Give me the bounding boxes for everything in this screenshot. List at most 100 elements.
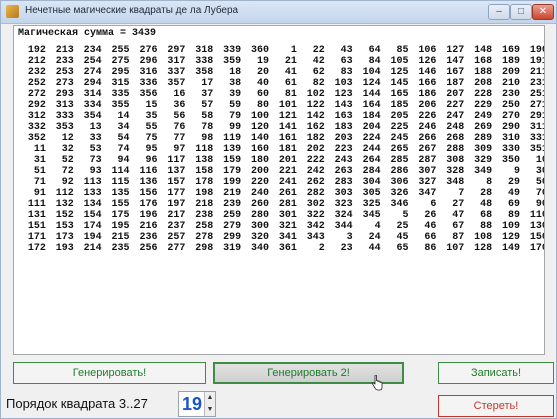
order-value[interactable]: 19 — [182, 392, 202, 416]
grid-cell: 1 — [290, 45, 297, 56]
grid-cell: 163 — [334, 111, 353, 122]
grid-cell: 133 — [83, 188, 102, 199]
grid-cell: 153 — [55, 221, 74, 232]
grid-cell: 354 — [83, 111, 102, 122]
maximize-button[interactable]: □ — [510, 4, 532, 20]
magic-square-grid: 192 213 234 255 276 297 318 339 360 1 22 43 64 85 106 1… — [18, 45, 544, 254]
grid-cell: 49 — [508, 188, 521, 199]
grid-cell: 349 — [474, 166, 493, 177]
grid-cell: 321 — [278, 221, 297, 232]
clear-button[interactable]: Стереть! — [438, 395, 554, 417]
grid-cell: 45 — [396, 232, 409, 243]
grid-cell: 99 — [229, 122, 242, 133]
minimize-button[interactable]: – — [488, 4, 510, 20]
grid-cell: 137 — [167, 166, 186, 177]
grid-cell: 72 — [61, 166, 74, 177]
grid-cell: 96 — [145, 155, 158, 166]
spin-down-arrow-icon[interactable]: ▼ — [204, 404, 215, 416]
generate-button[interactable]: Генерировать! — [13, 362, 206, 384]
title-bar[interactable]: Нечетные магические квадраты де ла Лубер… — [1, 1, 556, 24]
grid-cell: 276 — [139, 45, 158, 56]
grid-cell: 164 — [362, 100, 381, 111]
grid-cell: 89 — [508, 210, 521, 221]
grid-cell: 217 — [167, 210, 186, 221]
grid-cell: 303 — [334, 188, 353, 199]
grid-cell: 136 — [139, 177, 158, 188]
grid-cell: 161 — [278, 133, 297, 144]
grid-row: 31 52 73 94 96 117 138 159 180 201 222 243 264 285 287… — [18, 155, 544, 166]
grid-cell: 250 — [502, 100, 521, 111]
grid-cell: 248 — [446, 122, 465, 133]
grid-cell: 16 — [173, 89, 186, 100]
spin-up-arrow-icon[interactable]: ▲ — [204, 392, 215, 404]
order-spinbox[interactable]: 19 ▲ ▼ — [178, 391, 216, 417]
grid-cell: 293 — [55, 89, 74, 100]
grid-cell: 239 — [223, 199, 242, 210]
grid-cell: 202 — [306, 144, 325, 155]
grid-cell: 255 — [111, 45, 130, 56]
grid-cell: 149 — [502, 243, 521, 254]
grid-cell: 286 — [390, 166, 409, 177]
grid-cell: 261 — [278, 188, 297, 199]
grid-cell: 29 — [508, 177, 521, 188]
grid-cell: 225 — [390, 122, 409, 133]
grid-cell: 195 — [111, 221, 130, 232]
grid-cell: 142 — [306, 111, 325, 122]
grid-cell: 231 — [529, 78, 544, 89]
grid-cell: 333 — [55, 111, 74, 122]
grid-cell: 332 — [27, 122, 46, 133]
grid-cell: 323 — [334, 199, 353, 210]
grid-cell: 242 — [306, 166, 325, 177]
grid-row: 151 153 174 195 216 237 258 279 300 321 342 344 4 25 4… — [18, 221, 544, 232]
grid-cell: 117 — [167, 155, 186, 166]
grid-cell: 126 — [418, 56, 437, 67]
grid-cell: 187 — [446, 78, 465, 89]
grid-cell: 179 — [223, 166, 242, 177]
grid-cell: 334 — [83, 100, 102, 111]
grid-cell: 64 — [368, 45, 381, 56]
grid-cell: 328 — [446, 166, 465, 177]
grid-cell: 46 — [424, 221, 437, 232]
grid-row: 212 233 254 275 296 317 338 359 19 21 42 63 84 105 126… — [18, 56, 544, 67]
grid-cell: 262 — [306, 177, 325, 188]
grid-cell: 200 — [251, 166, 270, 177]
grid-cell: 167 — [446, 67, 465, 78]
grid-row: 91 112 133 135 156 177 198 219 240 261 282 303 305 32… — [18, 188, 544, 199]
grid-cell: 40 — [257, 78, 270, 89]
grid-cell: 360 — [251, 45, 270, 56]
grid-cell: 188 — [474, 67, 493, 78]
grid-cell: 209 — [502, 67, 521, 78]
grid-cell: 204 — [362, 122, 381, 133]
grid-cell: 192 — [27, 45, 46, 56]
grid-cell: 82 — [312, 78, 325, 89]
grid-cell: 74 — [117, 144, 130, 155]
output-textbox[interactable]: Магическая сумма = 3439 192 213 234 255 276 2… — [13, 25, 545, 355]
grid-cell: 309 — [474, 144, 493, 155]
grid-cell: 352 — [27, 133, 46, 144]
grid-cell: 350 — [502, 155, 521, 166]
grid-cell: 322 — [306, 210, 325, 221]
grid-cell: 227 — [446, 100, 465, 111]
grid-cell: 102 — [306, 89, 325, 100]
grid-cell: 168 — [474, 56, 493, 67]
grid-cell: 132 — [55, 199, 74, 210]
grid-cell: 39 — [229, 89, 242, 100]
grid-cell: 263 — [334, 166, 353, 177]
grid-cell: 54 — [117, 133, 130, 144]
grid-cell: 201 — [278, 155, 297, 166]
grid-cell: 35 — [145, 111, 158, 122]
close-button[interactable]: ✕ — [532, 4, 554, 20]
grid-row: 111 132 134 155 176 197 218 239 260 281 302 323 325 3… — [18, 199, 544, 210]
grid-cell: 4 — [374, 221, 381, 232]
grid-cell: 339 — [223, 45, 242, 56]
grid-cell: 51 — [33, 166, 46, 177]
grid-row: 171 173 194 215 236 257 278 299 320 341 343 3 24 45 66… — [18, 232, 544, 243]
save-button[interactable]: Записать! — [438, 362, 554, 384]
grid-cell: 351 — [529, 144, 544, 155]
grid-cell: 267 — [418, 144, 437, 155]
grid-cell: 268 — [446, 133, 465, 144]
grid-cell: 355 — [111, 100, 130, 111]
grid-cell: 175 — [111, 210, 130, 221]
grid-cell: 155 — [111, 199, 130, 210]
grid-cell: 308 — [446, 155, 465, 166]
